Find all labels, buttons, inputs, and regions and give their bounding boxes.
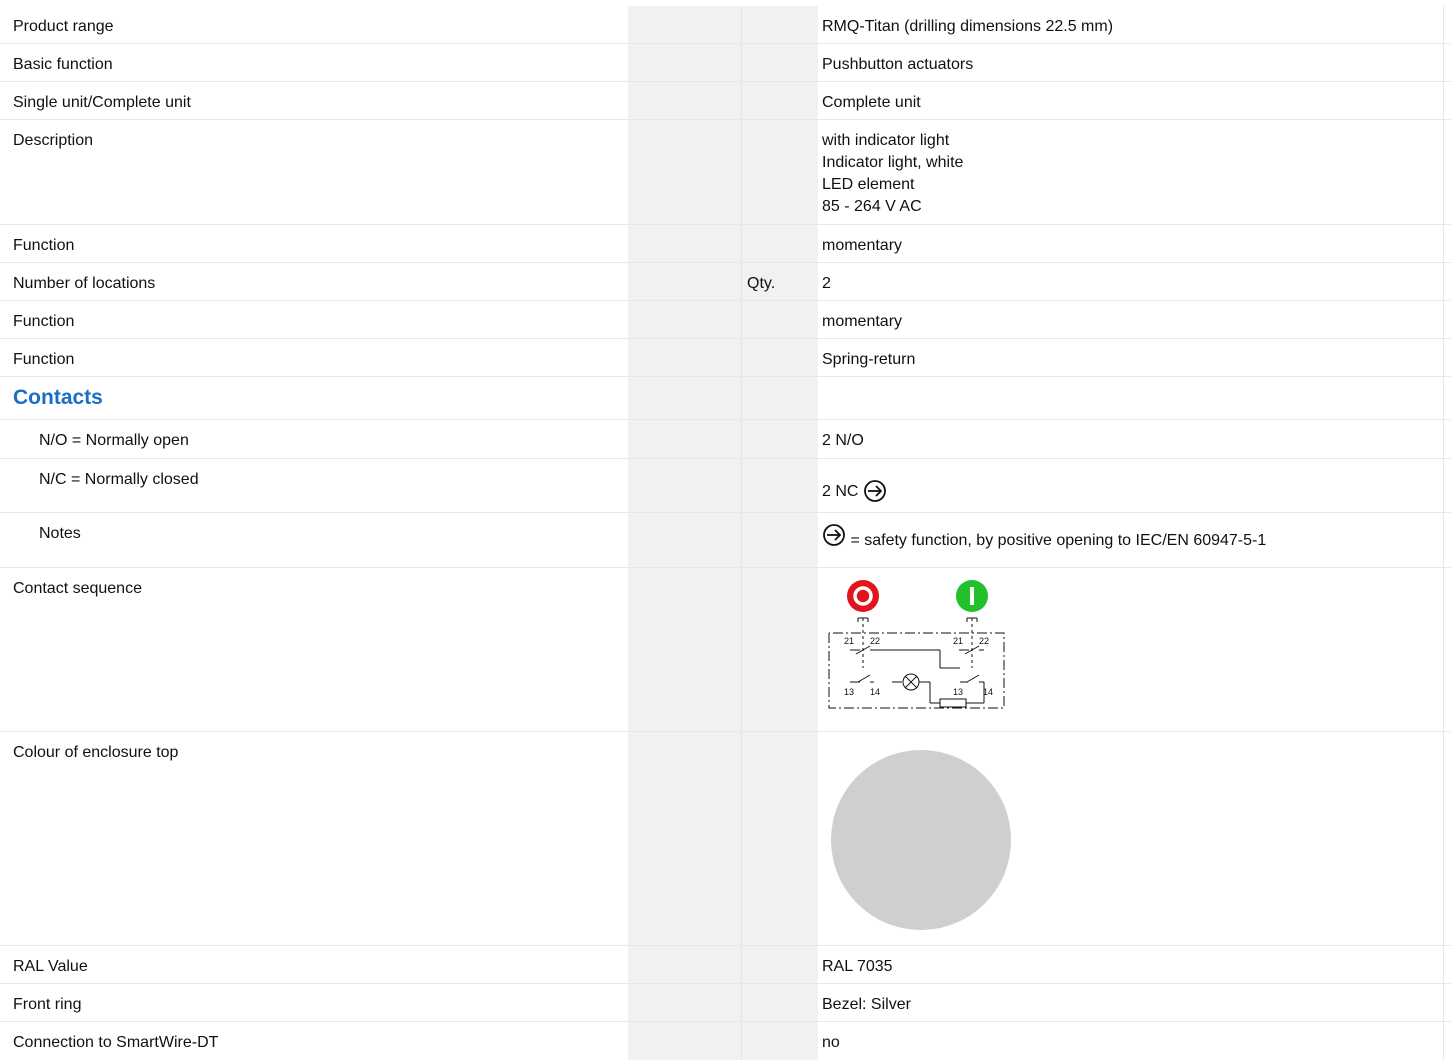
terminal-label: 14	[983, 687, 993, 697]
row-value: momentary	[822, 313, 903, 330]
description-line: with indicator light	[822, 132, 950, 149]
row-label: Function	[13, 313, 75, 330]
row-label: N/O = Normally open	[39, 432, 189, 449]
row-value: RAL 7035	[822, 958, 893, 975]
row-label: Number of locations	[13, 275, 156, 292]
row-label: Front ring	[13, 996, 82, 1013]
positive-opening-icon	[864, 480, 886, 502]
spec-table: Product range RMQ-Titan (drilling dimens…	[0, 6, 1451, 1060]
row-value: momentary	[822, 237, 903, 254]
row-label: Connection to SmartWire-DT	[13, 1034, 219, 1051]
terminal-label: 14	[870, 687, 880, 697]
row-value: 2 N/O	[822, 432, 864, 449]
enclosure-colour-swatch	[831, 750, 1011, 930]
section-header-contacts: Contacts	[0, 377, 1451, 420]
table-row-front-ring: Front ring Bezel: Silver	[0, 984, 1451, 1022]
table-row-function: Function Spring-return	[0, 339, 1451, 377]
row-label: Function	[13, 351, 75, 368]
row-value: = safety function, by positive opening t…	[822, 523, 1267, 549]
row-value: with indicator light Indicator light, wh…	[822, 130, 963, 218]
table-row-notes: Notes = safety function, by positive ope…	[0, 513, 1451, 568]
on-button-icon	[956, 580, 988, 612]
description-line: 85 - 264 V AC	[822, 198, 922, 215]
table-row-ral: RAL Value RAL 7035	[0, 946, 1451, 984]
description-line: Indicator light, white	[822, 154, 964, 171]
row-value: Pushbutton actuators	[822, 56, 974, 73]
table-row-basic-function: Basic function Pushbutton actuators	[0, 44, 1451, 82]
table-row-locations: Number of locations Qty. 2	[0, 263, 1451, 301]
terminal-label: 21	[844, 636, 854, 646]
table-row-enclosure-colour: Colour of enclosure top	[0, 732, 1451, 946]
terminal-label: 22	[979, 636, 989, 646]
table-row-function: Function momentary	[0, 225, 1451, 263]
table-row-function: Function momentary	[0, 301, 1451, 339]
table-row-single-complete: Single unit/Complete unit Complete unit	[0, 82, 1451, 120]
table-row-description: Description with indicator light Indicat…	[0, 120, 1451, 225]
row-label: Colour of enclosure top	[13, 744, 179, 761]
terminal-label: 13	[953, 687, 963, 697]
row-value: Spring-return	[822, 351, 916, 368]
table-row-normally-open: N/O = Normally open 2 N/O	[0, 420, 1451, 459]
row-label: Basic function	[13, 56, 113, 73]
unit-column-shade	[628, 6, 818, 43]
row-label: RAL Value	[13, 958, 88, 975]
row-label: Product range	[13, 18, 114, 35]
terminal-label: 21	[953, 636, 963, 646]
nc-value-text: 2 NC	[822, 483, 859, 500]
table-row-normally-closed: N/C = Normally closed 2 NC	[0, 459, 1451, 513]
row-value: Bezel: Silver	[822, 996, 911, 1013]
table-row-smartwire: Connection to SmartWire-DT no	[0, 1022, 1451, 1060]
row-label: Contact sequence	[13, 580, 142, 597]
description-line: LED element	[822, 176, 915, 193]
table-row-contact-sequence: Contact sequence 21 22 21 22 13 14 13 14	[0, 568, 1451, 732]
terminal-label: 13	[844, 687, 854, 697]
terminal-label: 22	[870, 636, 880, 646]
row-value: no	[822, 1034, 840, 1051]
row-value: RMQ-Titan (drilling dimensions 22.5 mm)	[822, 18, 1114, 35]
contact-sequence-diagram: 21 22 21 22 13 14 13 14	[828, 580, 1005, 709]
notes-text: = safety function, by positive opening t…	[850, 532, 1267, 549]
row-label: Notes	[39, 525, 81, 542]
row-value: 2	[822, 275, 831, 292]
positive-opening-icon	[823, 524, 845, 546]
row-label: Function	[13, 237, 75, 254]
row-value: Complete unit	[822, 94, 921, 111]
row-unit: Qty.	[747, 275, 776, 292]
row-label: Single unit/Complete unit	[13, 94, 191, 111]
section-title: Contacts	[13, 386, 103, 409]
off-button-icon	[847, 580, 879, 612]
row-value: 2 NC	[822, 469, 887, 503]
row-label: Description	[13, 132, 94, 149]
table-row-product-range: Product range RMQ-Titan (drilling dimens…	[0, 6, 1451, 44]
row-label: N/C = Normally closed	[39, 471, 199, 488]
